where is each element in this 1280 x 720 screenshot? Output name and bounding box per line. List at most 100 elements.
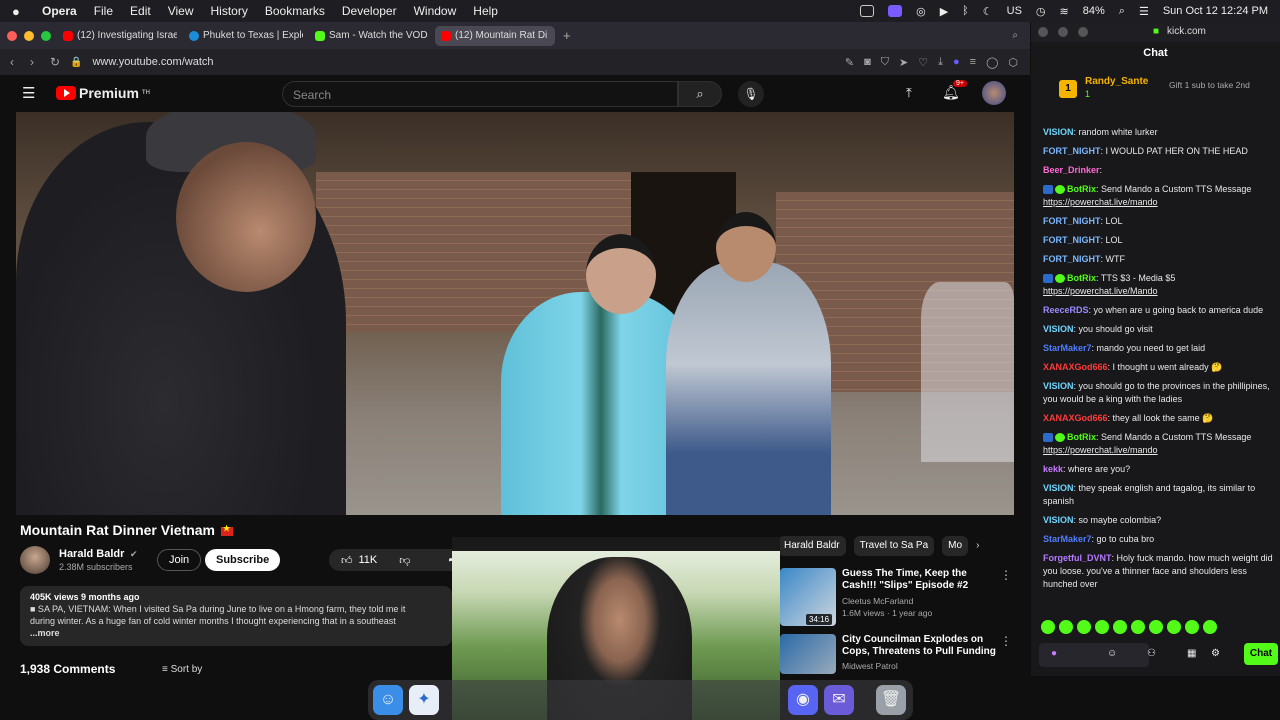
- chat-username[interactable]: FORT_NIGHT: [1043, 235, 1101, 245]
- chat-username[interactable]: XANAXGod666: [1043, 362, 1108, 372]
- chat-username[interactable]: Forgetful_DVNT: [1043, 553, 1112, 563]
- video-thumbnail[interactable]: [780, 634, 836, 674]
- chat-username[interactable]: StarMaker7: [1043, 534, 1092, 544]
- play-icon[interactable]: ▶: [940, 5, 948, 18]
- more-options-icon[interactable]: ⋮: [1000, 634, 1012, 648]
- calendar-icon[interactable]: ▦: [1187, 648, 1196, 659]
- minimize-window-icon[interactable]: [24, 30, 34, 41]
- more-options-icon[interactable]: ⋮: [1000, 568, 1012, 582]
- chat-username[interactable]: ReeceRDS: [1043, 305, 1089, 315]
- chat-link[interactable]: https://powerchat.live/mando: [1043, 445, 1158, 455]
- like-count[interactable]: 11K: [359, 554, 378, 566]
- emoji-icon[interactable]: ☺: [1107, 648, 1117, 659]
- thumbs-down-icon[interactable]: 👎︎: [399, 554, 410, 567]
- emote-icon[interactable]: [1077, 620, 1091, 634]
- moon-icon[interactable]: ☾: [983, 5, 993, 18]
- chat-username[interactable]: BotRix: [1067, 184, 1096, 194]
- tab-2[interactable]: Phuket to Texas | Explor: [183, 26, 303, 46]
- chat-username[interactable]: BotRix: [1067, 432, 1096, 442]
- menu-help[interactable]: Help: [473, 4, 498, 18]
- edit-icon[interactable]: ✎: [845, 56, 854, 69]
- tab-1[interactable]: (12) Investigating Israeli: [57, 26, 177, 46]
- channel-name[interactable]: Harald Baldr: [59, 548, 124, 560]
- chat-link[interactable]: https://powerchat.live/mando: [1043, 197, 1158, 207]
- chat-username[interactable]: VISION: [1043, 483, 1074, 493]
- control-center-icon[interactable]: ☰: [1139, 5, 1149, 18]
- safari-icon[interactable]: ✦: [409, 685, 439, 715]
- users-icon[interactable]: ⚇: [1147, 648, 1156, 659]
- emote-icon[interactable]: [1113, 620, 1127, 634]
- reload-icon[interactable]: ↻: [50, 55, 70, 69]
- chat-username[interactable]: VISION: [1043, 381, 1074, 391]
- rec-title[interactable]: City Councilman Explodes on Cops, Threat…: [842, 634, 1002, 658]
- chat-username[interactable]: StarMaker7: [1043, 343, 1092, 353]
- chevron-right-icon[interactable]: ›: [976, 536, 979, 556]
- download-icon[interactable]: ⤓: [938, 56, 943, 69]
- mail-icon[interactable]: ✉: [824, 685, 854, 715]
- shield-icon[interactable]: ⛉: [881, 56, 889, 69]
- keyboard-lang-icon[interactable]: US: [1007, 5, 1022, 17]
- description-box[interactable]: 405K views 9 months ago ■ SA PA, VIETNAM…: [20, 586, 452, 646]
- chat-username[interactable]: FORT_NIGHT: [1043, 216, 1101, 226]
- menu-icon[interactable]: ≡: [970, 56, 976, 69]
- close-window-icon[interactable]: [1038, 27, 1048, 37]
- recommended-video[interactable]: 34:16 Guess The Time, Keep the Cash!!! "…: [780, 568, 1020, 628]
- upload-icon[interactable]: ⤒: [906, 85, 912, 101]
- sort-by-button[interactable]: ≡ Sort by: [162, 664, 202, 675]
- chat-link[interactable]: https://powerchat.live/Mando: [1043, 286, 1158, 296]
- menu-history[interactable]: History: [211, 4, 248, 18]
- back-icon[interactable]: ‹: [10, 55, 30, 69]
- rec-title[interactable]: Guess The Time, Keep the Cash!!! "Slips"…: [842, 568, 1002, 592]
- join-button[interactable]: Join: [157, 549, 202, 571]
- chip-topic[interactable]: Travel to Sa Pa: [853, 536, 935, 556]
- apple-menu-icon[interactable]: ●: [12, 4, 30, 19]
- chat-input[interactable]: ● ☺: [1039, 643, 1149, 667]
- account-avatar[interactable]: [982, 81, 1006, 105]
- chat-username[interactable]: VISION: [1043, 515, 1074, 525]
- recommended-video[interactable]: City Councilman Explodes on Cops, Threat…: [780, 634, 1020, 674]
- menu-window[interactable]: Window: [414, 4, 457, 18]
- trash-icon[interactable]: 🗑︎: [876, 685, 906, 715]
- stream-status-icon[interactable]: [888, 5, 903, 17]
- chat-username[interactable]: VISION: [1043, 324, 1074, 334]
- search-icon[interactable]: ⌕: [1119, 5, 1125, 18]
- headphones-icon[interactable]: ◎: [916, 5, 926, 18]
- send-icon[interactable]: ➤: [899, 56, 908, 69]
- new-tab-icon[interactable]: +: [563, 28, 571, 43]
- show-more-link[interactable]: ...more: [30, 627, 442, 639]
- mic-icon[interactable]: ●: [1051, 648, 1057, 659]
- discord-icon[interactable]: ◉: [788, 685, 818, 715]
- gifter-name[interactable]: Randy_Sante: [1085, 76, 1148, 87]
- heart-icon[interactable]: ♡: [918, 56, 928, 69]
- zoom-window-icon[interactable]: [1077, 27, 1088, 37]
- opera-menu-icon[interactable]: ⬡: [1008, 56, 1018, 69]
- youtube-logo[interactable]: Premium TH: [56, 85, 150, 101]
- emote-icon[interactable]: [1095, 620, 1109, 634]
- finder-icon[interactable]: ☺: [373, 685, 403, 715]
- chat-username[interactable]: BotRix: [1067, 273, 1096, 283]
- menu-edit[interactable]: Edit: [130, 4, 151, 18]
- emote-icon[interactable]: [1059, 620, 1073, 634]
- subscribe-button[interactable]: Subscribe: [205, 549, 281, 571]
- profile-icon[interactable]: ◯: [986, 56, 998, 69]
- search-input[interactable]: Search: [282, 81, 678, 107]
- camera-icon[interactable]: ◙: [864, 56, 871, 69]
- chat-username[interactable]: VISION: [1043, 127, 1074, 137]
- channel-avatar[interactable]: [20, 546, 50, 574]
- emote-icon[interactable]: [1149, 620, 1163, 634]
- extension-icon[interactable]: ●: [953, 56, 960, 69]
- menu-developer[interactable]: Developer: [342, 4, 397, 18]
- emote-icon[interactable]: [1131, 620, 1145, 634]
- chat-username[interactable]: XANAXGod666: [1043, 413, 1108, 423]
- forward-icon[interactable]: ›: [30, 55, 50, 69]
- menu-file[interactable]: File: [94, 4, 113, 18]
- video-player[interactable]: [16, 112, 1014, 515]
- hamburger-icon[interactable]: ☰: [22, 84, 35, 102]
- wifi-icon[interactable]: ≋: [1060, 5, 1069, 18]
- chip-channel[interactable]: Harald Baldr: [778, 536, 846, 556]
- menu-bookmarks[interactable]: Bookmarks: [265, 4, 325, 18]
- emote-icon[interactable]: [1185, 620, 1199, 634]
- time-machine-icon[interactable]: ◷: [1036, 5, 1046, 18]
- chat-username[interactable]: kekk: [1043, 464, 1063, 474]
- mic-icon[interactable]: 🎙: [738, 81, 764, 107]
